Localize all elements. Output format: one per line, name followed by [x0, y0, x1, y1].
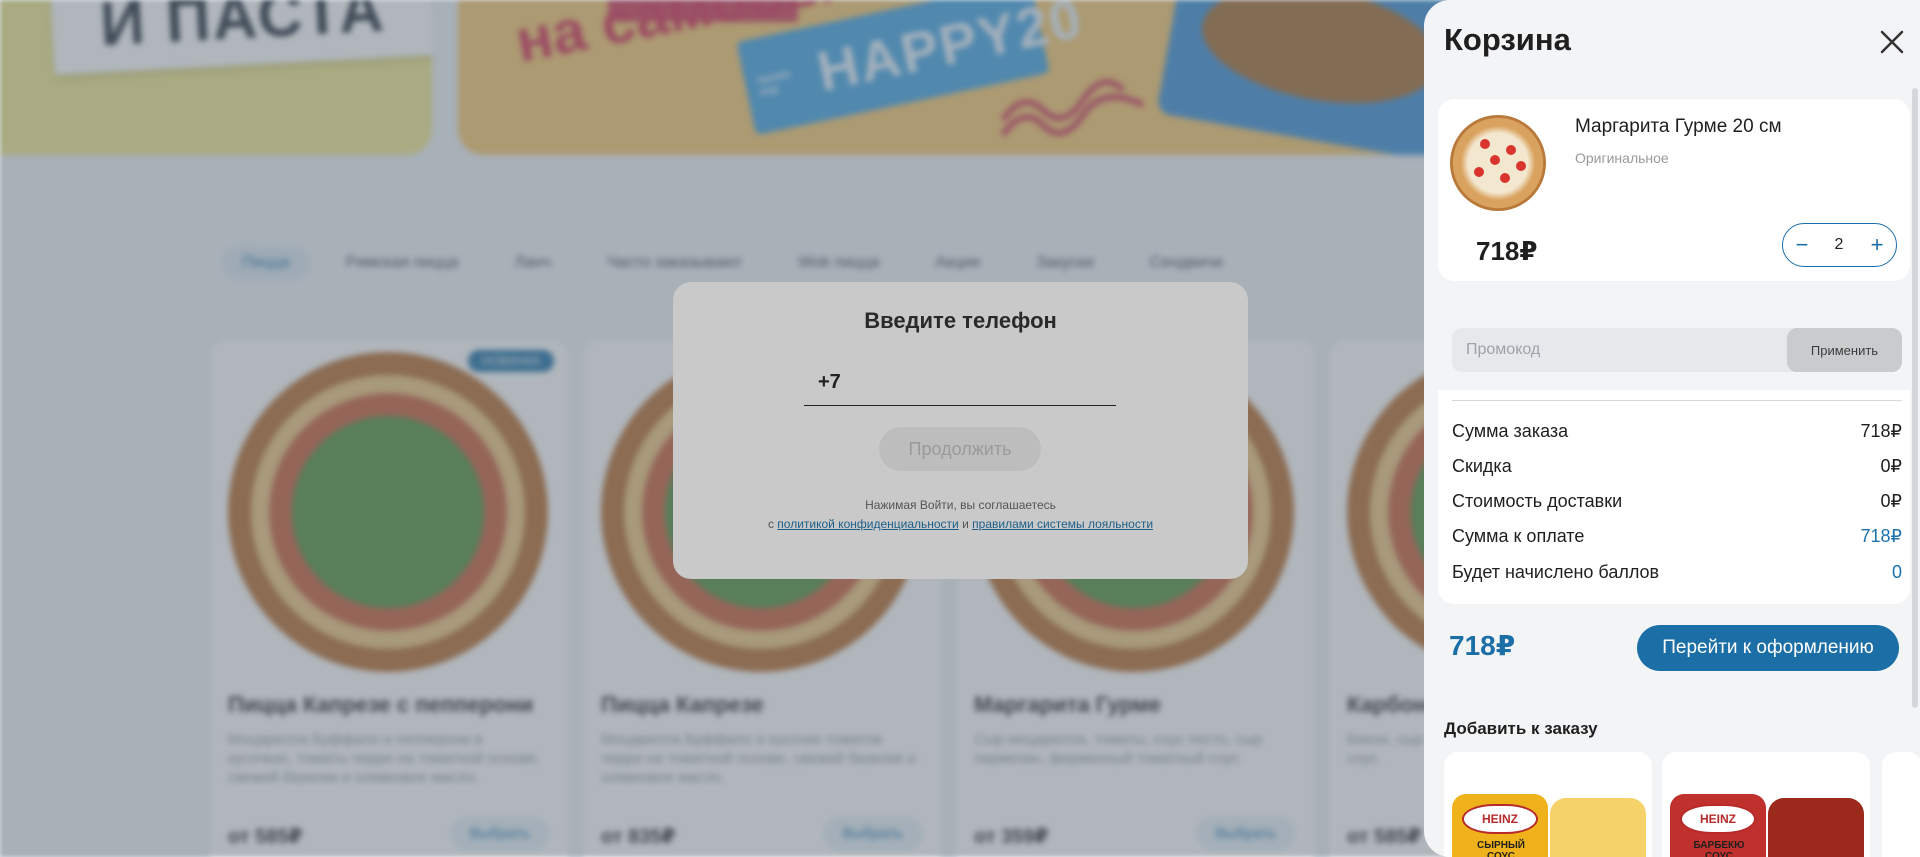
cart-total: 718₽: [1449, 630, 1516, 661]
consent-line1: Нажимая Войти, вы соглашаетесь: [865, 498, 1056, 512]
addons-title: Добавить к заказу: [1444, 719, 1598, 738]
summary-row: Сумма к оплате 718₽: [1452, 526, 1902, 550]
cart-item-name: Маргарита Гурме 20 см: [1575, 116, 1782, 137]
modal-title: Введите телефон: [864, 308, 1057, 333]
sauce-brand: HEINZ: [1700, 812, 1736, 826]
summary-value: 0₽: [1880, 491, 1902, 511]
addon-card[interactable]: HEINZ СЫРНЫЙ СОУС: [1444, 752, 1652, 857]
phone-modal: Введите телефон Продолжить Нажимая Войти…: [673, 282, 1248, 579]
cart-item-price: 718₽: [1476, 236, 1538, 266]
summary-row: Сумма заказа 718₽: [1452, 421, 1902, 445]
summary-divider: [1452, 400, 1902, 401]
summary-value: 718₽: [1860, 526, 1902, 546]
consent-note: Нажимая Войти, вы соглашаетесь с политик…: [673, 496, 1248, 534]
summary-value: 718₽: [1860, 421, 1902, 441]
close-icon[interactable]: [1878, 28, 1906, 56]
summary-label: Сумма заказа: [1452, 421, 1569, 441]
cart-title: Корзина: [1444, 22, 1571, 57]
consent-line2: с политикой конфиденциальности и правила…: [673, 515, 1248, 534]
loyalty-rules-link[interactable]: правилами системы лояльности: [972, 517, 1153, 531]
summary-row: Будет начислено баллов 0: [1452, 562, 1902, 586]
summary-value: 0₽: [1880, 456, 1902, 476]
cart-scrollbar[interactable]: [1912, 88, 1918, 708]
quantity-value: 2: [1834, 236, 1844, 253]
phone-input[interactable]: [804, 360, 1116, 406]
sauce-label: БАРБЕКЮ СОУС: [1693, 840, 1745, 857]
cart-item-variant: Оригинальное: [1575, 150, 1669, 166]
checkout-button[interactable]: Перейти к оформлению: [1637, 625, 1899, 671]
consent-and: и: [962, 517, 969, 531]
sauce-brand: HEINZ: [1482, 812, 1518, 826]
addon-card[interactable]: HEINZ БАРБЕКЮ СОУС: [1662, 752, 1870, 857]
promo-section: Применить: [1452, 328, 1902, 372]
quantity-stepper: − 2 +: [1782, 223, 1897, 267]
cart-panel: Корзина Маргарита Гурме 20 см Оригинальн…: [1424, 0, 1920, 857]
summary-label: Сумма к оплате: [1452, 526, 1585, 546]
summary-row: Стоимость доставки 0₽: [1452, 491, 1902, 515]
sauce-image: HEINZ БАРБЕКЮ СОУС: [1670, 794, 1766, 857]
sauce-cup-image: [1550, 798, 1646, 857]
cart-item: Маргарита Гурме 20 см Оригинальное 718₽ …: [1438, 99, 1910, 281]
apply-promo-button[interactable]: Применить: [1787, 328, 1902, 372]
summary-label: Стоимость доставки: [1452, 491, 1623, 511]
addon-card-partial[interactable]: [1882, 752, 1920, 857]
sauce-label: СЫРНЫЙ СОУС: [1477, 840, 1525, 857]
summary-value: 0: [1891, 562, 1902, 582]
summary-label: Скидка: [1452, 456, 1512, 476]
summary-label: Будет начислено баллов: [1452, 562, 1660, 582]
quantity-plus-button[interactable]: +: [1858, 224, 1896, 266]
continue-button[interactable]: Продолжить: [879, 427, 1041, 471]
pizza-thumbnail: [1450, 115, 1546, 211]
quantity-minus-button[interactable]: −: [1783, 224, 1821, 266]
consent-prefix: с: [767, 517, 774, 531]
sauce-cup-image: [1768, 798, 1864, 857]
sauce-image: HEINZ СЫРНЫЙ СОУС: [1452, 794, 1548, 857]
privacy-policy-link[interactable]: политикой конфиденциальности: [777, 517, 958, 531]
summary-row: Скидка 0₽: [1452, 456, 1902, 480]
